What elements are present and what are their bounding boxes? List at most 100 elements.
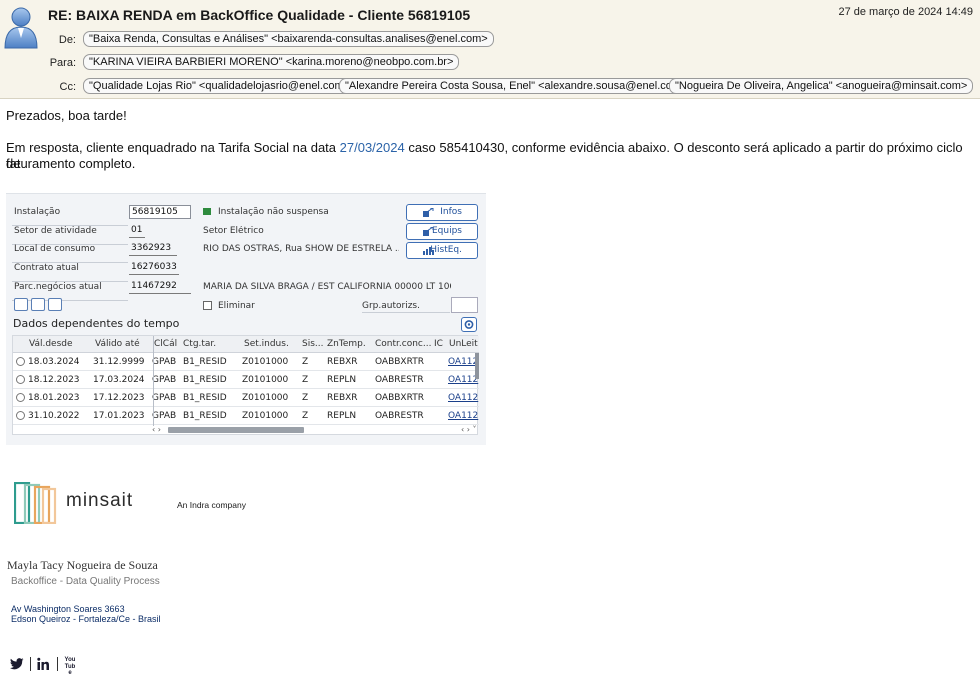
youtube-icon[interactable]: You Tube xyxy=(64,657,76,674)
eliminar-checkbox[interactable] xyxy=(203,301,212,310)
cell-time-zone: REPLN xyxy=(327,375,357,385)
cell-industry-sector: Z0101000 xyxy=(242,411,289,421)
from-address-chip[interactable]: "Baixa Renda, Consultas e Análises" <bai… xyxy=(83,31,494,47)
cell-meter-unit-link[interactable]: OA112 xyxy=(448,393,478,403)
signature-address-line2: Edson Queiroz - Fortaleza/Ce - Brasil xyxy=(11,614,161,624)
eliminar-label: Eliminar xyxy=(218,301,255,311)
row-radio[interactable] xyxy=(16,375,25,384)
cell-valid-from: 18.12.2023 xyxy=(28,375,80,385)
table-row[interactable]: 18.01.2023 17.12.2023 GPAB B1_RESID Z010… xyxy=(13,389,479,407)
column-header[interactable]: Contr.conc... xyxy=(375,339,431,349)
cell-valid-from: 18.03.2024 xyxy=(28,357,80,367)
email-header: RE: BAIXA RENDA em BackOffice Qualidade … xyxy=(0,0,980,99)
equips-button-label: Equips xyxy=(431,226,462,236)
consumption-place-field[interactable]: 3362923 xyxy=(129,242,177,256)
infos-button[interactable]: Infos xyxy=(406,204,478,221)
status-green-indicator xyxy=(203,208,211,215)
auth-group-field[interactable] xyxy=(451,297,478,313)
equips-button[interactable]: Equips xyxy=(406,223,478,240)
installation-field[interactable]: 56819105 xyxy=(129,205,191,219)
signature-address-line1: Av Washington Soares 3663 xyxy=(11,604,125,614)
export-icon xyxy=(423,208,434,217)
cell-time-zone: REBXR xyxy=(327,357,358,367)
table-row[interactable]: 18.12.2023 17.03.2024 GPAB B1_RESID Z010… xyxy=(13,371,479,389)
cell-calc-class: GPAB xyxy=(152,411,177,421)
row-radio[interactable] xyxy=(16,357,25,366)
cell-system: Z xyxy=(302,357,309,367)
cell-meter-unit-link[interactable]: OA112 xyxy=(448,357,478,367)
cell-rate-category: B1_RESID xyxy=(183,375,227,385)
cell-time-zone: REPLN xyxy=(327,411,357,421)
document-icon[interactable] xyxy=(14,298,28,311)
column-header[interactable]: Válido até xyxy=(95,339,140,349)
table-row[interactable]: 18.03.2024 31.12.9999 GPAB B1_RESID Z010… xyxy=(13,353,479,371)
email-body-line1: Em resposta, cliente enquadrado na Tarif… xyxy=(6,140,980,172)
table-row[interactable]: 31.10.2022 17.01.2023 GPAB B1_RESID Z010… xyxy=(13,407,479,425)
cc-address-chip[interactable]: "Nogueira De Oliveira, Angelica" <anogue… xyxy=(669,78,974,94)
time-dependent-data-title: Dados dependentes do tempo xyxy=(13,317,180,330)
activity-sector-label: Setor de atividade xyxy=(14,226,97,236)
column-header[interactable]: Set.indus. xyxy=(244,339,289,349)
column-header[interactable]: Sis... xyxy=(302,339,324,349)
business-partner-field[interactable]: 11467292 xyxy=(129,280,191,294)
cell-meter-unit-link[interactable]: OA112 xyxy=(448,375,478,385)
email-body-line2: faturamento completo. xyxy=(6,156,136,171)
cell-industry-sector: Z0101000 xyxy=(242,357,289,367)
body-date-link[interactable]: 27/03/2024 xyxy=(340,140,405,155)
row-radio[interactable] xyxy=(16,411,25,420)
column-header[interactable]: IC xyxy=(434,339,443,349)
column-header[interactable]: ZnTemp. xyxy=(327,339,366,349)
installation-label: Instalação xyxy=(14,207,61,217)
scroll-right-arrows[interactable]: ‹ › ˅ xyxy=(461,425,476,434)
cell-contract: OABBXRTR xyxy=(375,393,424,403)
cell-rate-category: B1_RESID xyxy=(183,411,227,421)
sender-avatar-icon[interactable] xyxy=(3,5,39,49)
column-header[interactable]: Ctg.tar. xyxy=(183,339,216,349)
social-divider xyxy=(30,657,31,671)
time-dependent-data-table: Vál.desde Válido até ClCál Ctg.tar. Set.… xyxy=(12,335,479,435)
cc-address-chip[interactable]: "Alexandre Pereira Costa Sousa, Enel" <a… xyxy=(339,78,694,94)
horizontal-scrollbar[interactable] xyxy=(168,427,304,433)
installation-status: Instalação não suspensa xyxy=(218,207,329,217)
signature-name: Mayla Tacy Nogueira de Souza xyxy=(7,558,158,572)
indra-company-text: An Indra company xyxy=(177,500,246,510)
frozen-column-divider xyxy=(153,336,154,426)
cell-calc-class: GPAB xyxy=(152,357,177,367)
cell-industry-sector: Z0101000 xyxy=(242,375,289,385)
scroll-left-right-arrows[interactable]: ‹ › xyxy=(152,425,161,434)
youtube-icon-label: You Tube xyxy=(64,657,76,674)
histeq-button[interactable]: HistEq. xyxy=(406,242,478,259)
sap-evidence-screenshot: Instalação 56819105 Setor de atividade 0… xyxy=(6,193,486,445)
cell-industry-sector: Z0101000 xyxy=(242,393,289,403)
cell-rate-category: B1_RESID xyxy=(183,357,227,367)
cell-contract: OABBXRTR xyxy=(375,357,424,367)
cell-meter-unit-link[interactable]: OA112 xyxy=(448,411,478,421)
cc-address-chip[interactable]: "Qualidade Lojas Rio" <qualidadelojasrio… xyxy=(83,78,357,94)
minsait-brand-text: minsait xyxy=(66,490,134,511)
cell-calc-class: GPAB xyxy=(152,375,177,385)
signature-role: Backoffice - Data Quality Process xyxy=(11,576,160,587)
column-header[interactable]: ClCál xyxy=(154,339,177,349)
activity-sector-field[interactable]: 01 xyxy=(129,224,145,238)
settings-gear-icon[interactable] xyxy=(461,317,477,332)
row-radio[interactable] xyxy=(16,393,25,402)
select-icon[interactable] xyxy=(48,298,62,311)
cell-calc-class: GPAB xyxy=(152,393,177,403)
twitter-icon[interactable] xyxy=(10,657,24,671)
cell-valid-from: 31.10.2022 xyxy=(28,411,80,421)
email-date: 27 de março de 2024 14:49 xyxy=(838,6,973,18)
field-underline xyxy=(362,312,450,313)
column-header[interactable]: Vál.desde xyxy=(29,339,73,349)
business-partner-name: MARIA DA SILVA BRAGA / EST CALIFORNIA 00… xyxy=(203,282,451,292)
column-header[interactable]: UnLeit xyxy=(449,339,478,349)
infos-button-label: Infos xyxy=(440,207,462,217)
linkedin-icon[interactable] xyxy=(37,657,50,671)
minsait-logo-icon xyxy=(14,482,57,524)
cell-valid-to: 17.03.2024 xyxy=(93,375,145,385)
vertical-scrollbar[interactable] xyxy=(475,353,479,379)
to-address-chip[interactable]: "KARINA VIEIRA BARBIERI MORENO" <karina.… xyxy=(83,54,460,70)
cell-rate-category: B1_RESID xyxy=(183,393,227,403)
navigate-icon[interactable] xyxy=(31,298,45,311)
consumption-place-label: Local de consumo xyxy=(14,244,96,254)
current-contract-field[interactable]: 16276033 xyxy=(129,261,179,275)
